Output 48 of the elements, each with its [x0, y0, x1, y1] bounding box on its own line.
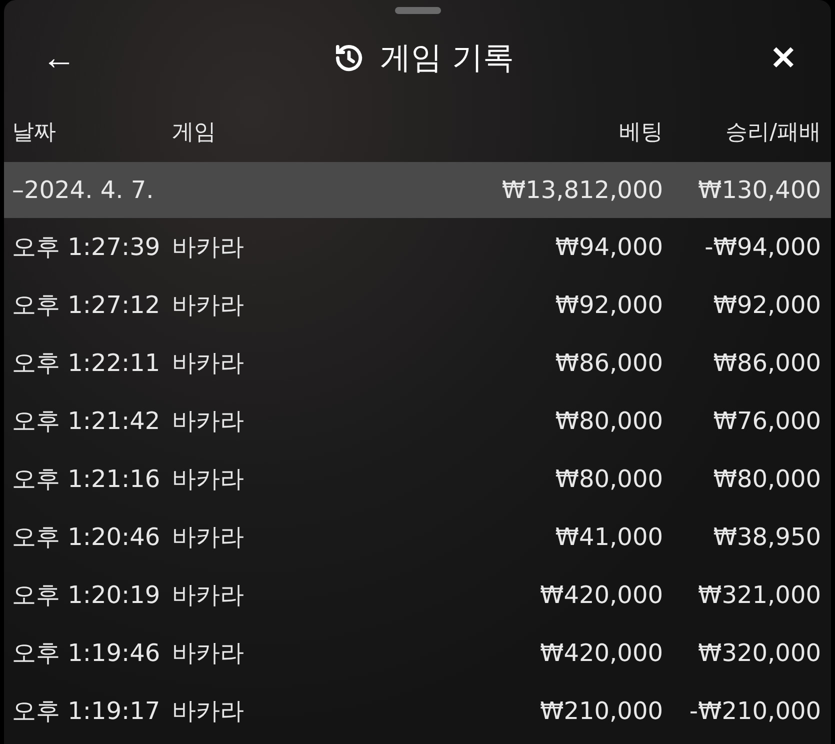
game-cell-text: 바카라 [172, 580, 245, 611]
group-date: –2024. 4. 7. [12, 176, 155, 204]
time-cell-text: 오후 1:20:46 [12, 522, 162, 553]
date-group-row[interactable]: –2024. 4. 7. ₩13,812,000 ₩130,400 [4, 162, 831, 218]
result-cell-text: ₩320,000 [697, 639, 821, 667]
time-cell-text: 오후 1:21:16 [12, 464, 162, 495]
bet-cell-text: ₩41,000 [554, 523, 663, 551]
time-cell-text: 오후 1:21:42 [12, 406, 162, 437]
result-cell-text: -₩94,000 [704, 233, 821, 261]
result-cell-text: ₩76,000 [712, 407, 821, 435]
close-button[interactable]: ✕ [770, 39, 797, 77]
game-cell-text: 바카라 [172, 290, 245, 321]
time-cell-text: 오후 1:20:19 [12, 580, 162, 611]
result-cell-text: ₩80,000 [712, 465, 821, 493]
game-cell-text: 바카라 [172, 232, 245, 263]
bet-cell-text: ₩210,000 [539, 697, 663, 725]
bet-cell-text: ₩420,000 [539, 639, 663, 667]
game-cell-text: 바카라 [172, 638, 245, 669]
game-cell-text: 바카라 [172, 522, 245, 553]
column-header: 날짜 [12, 119, 57, 147]
result-cell-text: -₩210,000 [688, 697, 821, 725]
time-cell-text: 오후 1:27:12 [12, 290, 162, 321]
bet-cell-text: ₩420,000 [539, 581, 663, 609]
game-cell-text: 바카라 [172, 406, 245, 437]
time-cell-text: 오후 1:19:46 [12, 638, 162, 669]
bet-cell-text: ₩94,000 [554, 233, 663, 261]
game-cell-text: 바카라 [172, 696, 245, 727]
game-cell-text: 바카라 [172, 348, 245, 379]
column-header: 게임 [172, 119, 217, 147]
window-title: 게임 기록 [380, 39, 514, 78]
bet-cell-text: ₩86,000 [554, 349, 663, 377]
time-cell-text: 오후 1:19:17 [12, 696, 162, 727]
result-cell-text: ₩92,000 [712, 291, 821, 319]
result-cell-text: ₩86,000 [712, 349, 821, 377]
bet-cell-text: ₩80,000 [554, 407, 663, 435]
bet-cell-text: ₩92,000 [554, 291, 663, 319]
column-header: 승리/패배 [724, 119, 821, 147]
group-bet-total: ₩13,812,000 [500, 176, 663, 204]
game-cell-text: 바카라 [172, 464, 245, 495]
result-cell-text: ₩321,000 [697, 581, 821, 609]
result-cell-text: ₩38,950 [712, 523, 821, 551]
drag-handle[interactable] [394, 7, 440, 14]
column-header: 베팅 [618, 119, 663, 147]
group-result-total: ₩130,400 [697, 176, 821, 204]
bet-cell-text: ₩80,000 [554, 465, 663, 493]
time-cell-text: 오후 1:27:39 [12, 232, 162, 263]
time-cell-text: 오후 1:22:11 [12, 348, 162, 379]
back-button[interactable]: ← [42, 38, 76, 78]
